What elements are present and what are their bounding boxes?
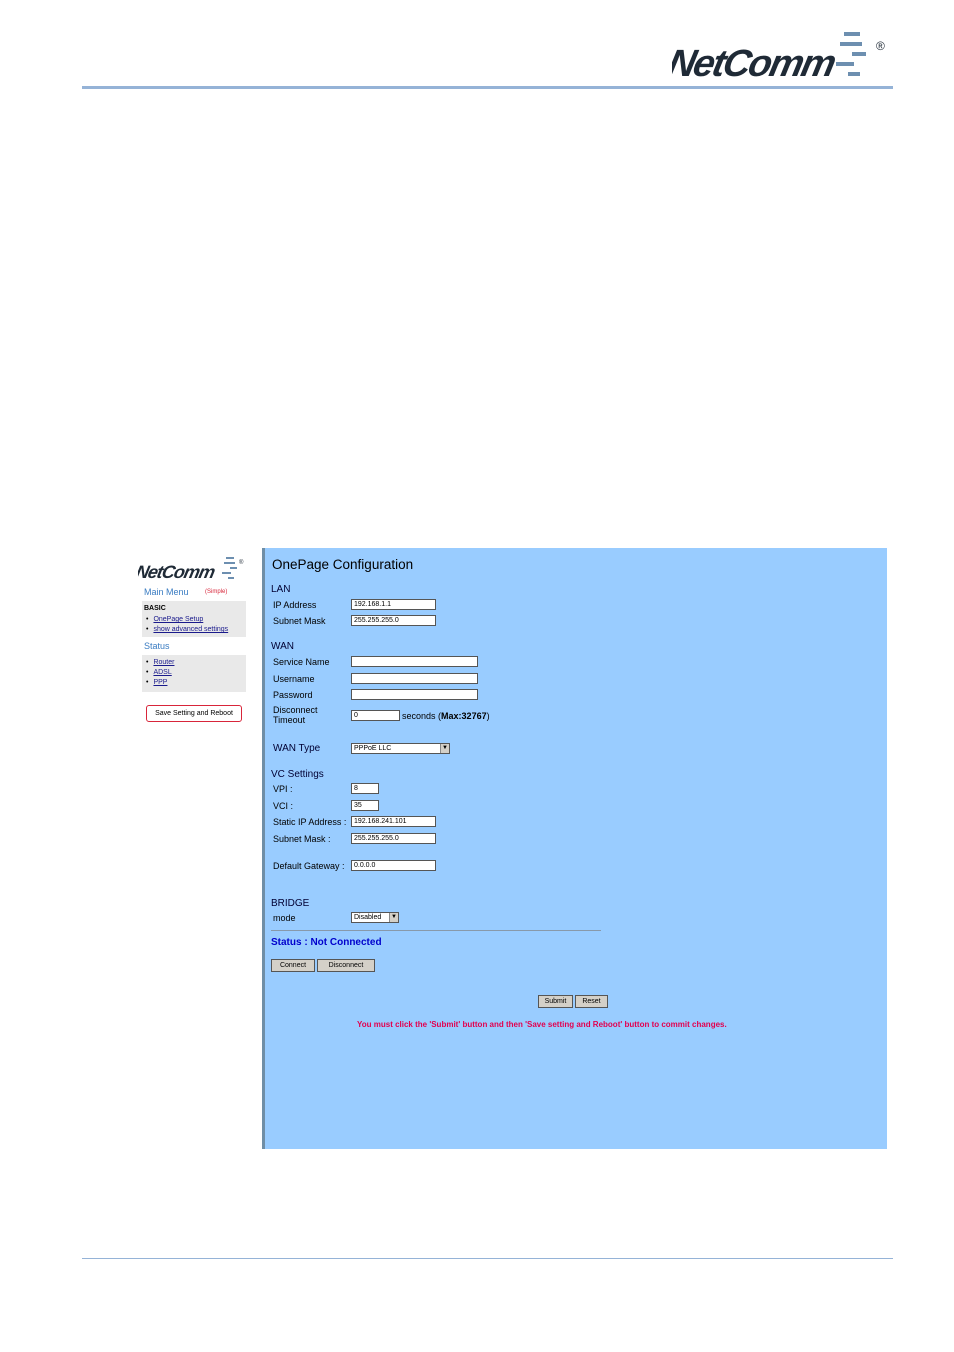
basic-menu-box: BASIC OnePage Setup show advanced settin… xyxy=(142,601,246,637)
vpi-input[interactable]: 8 xyxy=(351,783,379,794)
username-label: Username xyxy=(273,674,315,684)
basic-heading: BASIC xyxy=(144,605,166,612)
username-input[interactable] xyxy=(351,673,478,684)
vci-label: VCI : xyxy=(273,801,294,811)
lan-mask-label: Subnet Mask xyxy=(273,616,326,626)
static-ip-input[interactable]: 192.168.241.101 xyxy=(351,816,436,827)
timeout-hint: seconds (Max:32767) xyxy=(402,711,490,721)
menu-item-onepage: OnePage Setup xyxy=(146,615,228,625)
gateway-input[interactable]: 0.0.0.0 xyxy=(351,860,436,871)
disconnect-timeout-input[interactable]: 0 xyxy=(351,710,400,721)
status-menu-box: Router ADSL PPP xyxy=(142,655,246,692)
disconnect-timeout-label: Disconnect Timeout xyxy=(273,705,318,725)
seconds-text: seconds xyxy=(402,711,436,721)
max-value: Max:32767 xyxy=(441,711,487,721)
service-name-input[interactable] xyxy=(351,656,478,667)
password-input[interactable] xyxy=(351,689,478,700)
menu-item-advanced: show advanced settings xyxy=(146,625,228,635)
ppp-link[interactable]: PPP xyxy=(153,679,167,686)
gateway-label: Default Gateway : xyxy=(273,861,345,871)
menu-item-ppp: PPP xyxy=(146,678,174,688)
vpi-label: VPI : xyxy=(273,784,293,794)
save-reboot-button[interactable]: Save Setting and Reboot xyxy=(146,705,242,722)
wan-type-value: PPPoE LLC xyxy=(354,745,392,752)
bridge-heading: BRIDGE xyxy=(271,898,310,909)
bridge-mode-label: mode xyxy=(273,913,296,923)
vc-mask-label: Subnet Mask : xyxy=(273,834,331,844)
menu-item-router: Router xyxy=(146,658,174,668)
connection-status: Status : Not Connected xyxy=(271,937,382,948)
section-divider xyxy=(271,930,601,931)
dropdown-arrow-icon: ▼ xyxy=(389,913,398,922)
vc-settings-heading: VC Settings xyxy=(271,769,324,780)
status-menu-list: Router ADSL PPP xyxy=(146,658,174,688)
svg-text:NetComm: NetComm xyxy=(672,42,839,84)
svg-text:NetComm: NetComm xyxy=(138,562,217,582)
config-panel: OnePage Configuration LAN IP Address 192… xyxy=(262,548,887,1149)
svg-text:®: ® xyxy=(876,39,885,53)
wan-type-select[interactable]: PPPoE LLC ▼ xyxy=(351,743,450,754)
lan-mask-input[interactable]: 255.255.255.0 xyxy=(351,615,436,626)
dropdown-arrow-icon: ▼ xyxy=(440,744,449,753)
basic-menu-list: OnePage Setup show advanced settings xyxy=(146,615,228,635)
show-advanced-link[interactable]: show advanced settings xyxy=(153,626,228,633)
connect-button[interactable]: Connect xyxy=(271,959,315,972)
service-name-label: Service Name xyxy=(273,657,330,667)
disconnect-label-line2: Timeout xyxy=(273,715,306,725)
disconnect-button[interactable]: Disconnect xyxy=(317,959,375,972)
menu-item-adsl: ADSL xyxy=(146,668,174,678)
lan-heading: LAN xyxy=(271,584,291,595)
lan-ip-label: IP Address xyxy=(273,600,317,610)
static-ip-label: Static IP Address : xyxy=(273,817,347,827)
wan-type-label: WAN Type xyxy=(273,743,321,754)
netcomm-logo: NetComm ® xyxy=(672,32,885,84)
svg-text:®: ® xyxy=(239,559,244,566)
submit-button[interactable]: Submit xyxy=(538,995,573,1008)
reset-button[interactable]: Reset xyxy=(575,995,608,1008)
vci-input[interactable]: 35 xyxy=(351,800,379,811)
adsl-link[interactable]: ADSL xyxy=(153,669,171,676)
main-menu-title: Main Menu xyxy=(144,587,189,597)
commit-warning: You must click the 'Submit' button and t… xyxy=(357,1020,727,1029)
max-close: ) xyxy=(486,711,490,721)
vc-mask-input[interactable]: 255.255.255.0 xyxy=(351,833,436,844)
disconnect-label-line1: Disconnect xyxy=(273,705,318,715)
netcomm-small-logo: NetComm ® xyxy=(138,557,244,582)
bridge-mode-select[interactable]: Disabled ▼ xyxy=(351,912,399,923)
mode-tag: (Simple) xyxy=(205,589,228,595)
status-menu-title: Status xyxy=(144,641,170,651)
router-link[interactable]: Router xyxy=(153,659,174,666)
password-label: Password xyxy=(273,690,313,700)
bridge-mode-value: Disabled xyxy=(354,914,382,921)
onepage-setup-link[interactable]: OnePage Setup xyxy=(153,616,203,623)
page-title: OnePage Configuration xyxy=(272,557,414,572)
footer-divider xyxy=(82,1258,893,1259)
wan-heading: WAN xyxy=(271,641,294,652)
lan-ip-input[interactable]: 192.168.1.1 xyxy=(351,599,436,610)
header-divider xyxy=(82,86,893,89)
